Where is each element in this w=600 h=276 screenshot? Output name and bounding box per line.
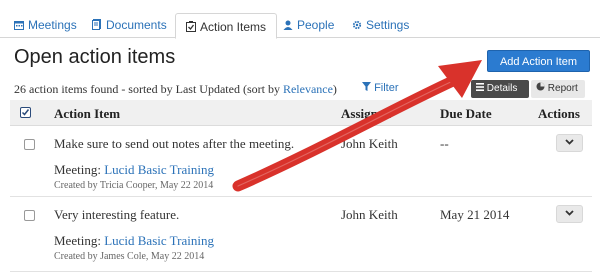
column-actions: Actions — [538, 106, 580, 121]
report-label: Report — [547, 83, 578, 94]
filter-button[interactable]: Filter — [362, 82, 399, 94]
sort-by-relevance-link[interactable]: Relevance — [283, 82, 333, 96]
tab-settings[interactable]: Settings — [352, 12, 409, 38]
column-action-item[interactable]: Action Item — [54, 106, 120, 122]
tab-meetings-label: Meetings — [28, 18, 77, 32]
gear-icon — [352, 13, 362, 39]
action-item-title: Make sure to send out notes after the me… — [54, 136, 295, 151]
meeting-info: Meeting: Lucid Basic Training — [54, 233, 214, 249]
tab-people-label: People — [297, 18, 335, 32]
assigned-to: John Keith — [341, 207, 398, 222]
select-all-checkbox[interactable] — [20, 107, 31, 118]
add-action-item-button[interactable]: Add Action Item — [487, 50, 590, 72]
action-item-title: Very interesting feature. — [54, 207, 180, 222]
summary-prefix: 26 action items found - sorted by Last U… — [14, 82, 283, 96]
row-actions-button[interactable] — [556, 205, 583, 223]
tab-people[interactable]: People — [283, 12, 334, 38]
tab-settings-label: Settings — [366, 18, 410, 32]
filter-icon — [362, 82, 371, 94]
checkbox-icon — [186, 15, 196, 41]
meeting-label: Meeting: — [54, 233, 101, 248]
list-icon — [476, 83, 484, 94]
tab-bar: Meetings Documents Action Items People S… — [0, 0, 600, 41]
report-view-button[interactable]: Report — [531, 80, 585, 98]
chevron-down-icon — [565, 137, 574, 148]
details-label: Details — [486, 83, 518, 94]
tab-meetings[interactable]: Meetings — [14, 12, 77, 38]
tab-action-items[interactable]: Action Items — [175, 13, 278, 41]
pie-chart-icon — [536, 82, 545, 94]
details-view-button[interactable]: Details — [471, 80, 529, 98]
table-row: Make sure to send out notes after the me… — [10, 127, 592, 197]
row-checkbox[interactable] — [24, 139, 35, 150]
chevron-down-icon — [565, 208, 574, 219]
tab-action-items-label: Action Items — [200, 20, 267, 34]
filter-label: Filter — [374, 82, 399, 94]
summary-suffix: ) — [332, 82, 337, 96]
table-header: Action Item Assigned Due Date Actions — [10, 100, 592, 126]
page-title: Open action items — [14, 46, 176, 68]
meeting-link[interactable]: Lucid Basic Training — [104, 162, 214, 177]
meeting-info: Meeting: Lucid Basic Training — [54, 162, 214, 178]
meeting-link[interactable]: Lucid Basic Training — [104, 233, 214, 248]
assigned-to: John Keith — [341, 136, 398, 151]
due-date: May 21 2014 — [440, 207, 510, 222]
table-row: Very interesting feature. Meeting: Lucid… — [10, 198, 592, 272]
row-actions-button[interactable] — [556, 134, 583, 152]
due-date: -- — [440, 136, 449, 151]
column-due-date[interactable]: Due Date — [440, 106, 492, 122]
column-assigned[interactable]: Assigned — [341, 106, 391, 122]
created-by: Created by Tricia Cooper, May 22 2014 — [54, 180, 214, 191]
calendar-icon — [14, 13, 24, 39]
tab-documents[interactable]: Documents — [92, 12, 167, 38]
meeting-label: Meeting: — [54, 162, 101, 177]
tab-documents-label: Documents — [106, 18, 167, 32]
results-summary: 26 action items found - sorted by Last U… — [14, 82, 337, 97]
person-icon — [283, 13, 293, 39]
document-icon — [92, 13, 102, 39]
row-checkbox[interactable] — [24, 210, 35, 221]
created-by: Created by James Cole, May 22 2014 — [54, 251, 205, 262]
